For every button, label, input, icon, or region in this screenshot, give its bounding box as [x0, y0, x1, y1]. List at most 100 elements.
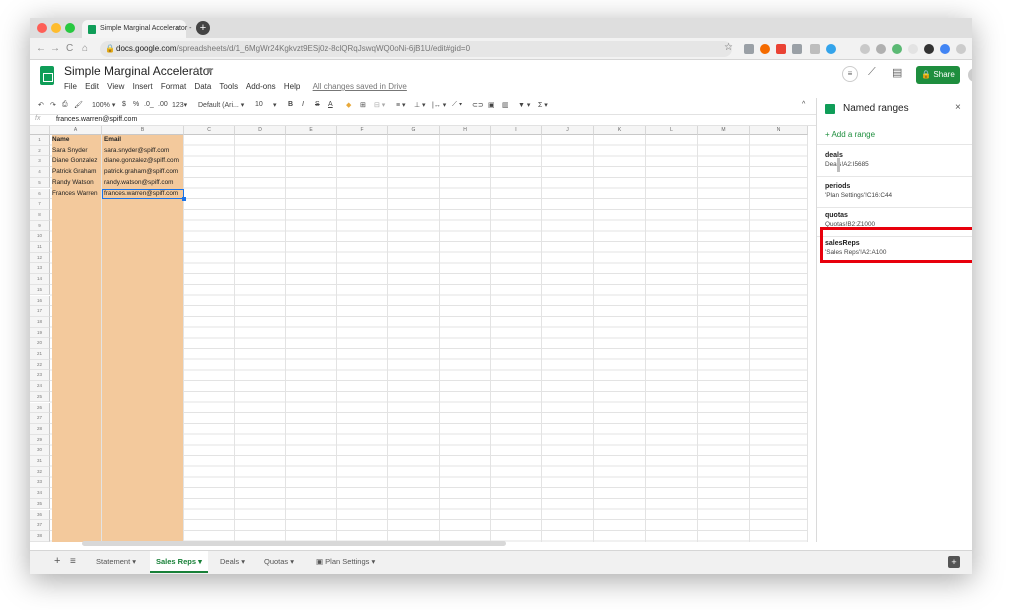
zoom-select[interactable]: 100% ▾	[92, 101, 115, 109]
menu-data[interactable]: Data	[194, 82, 211, 91]
extension-icon[interactable]	[744, 44, 754, 54]
fill-color-icon[interactable]: ◆	[346, 101, 351, 109]
select-all-corner[interactable]	[30, 126, 50, 135]
row-header[interactable]: 32	[30, 466, 50, 478]
profile-icon[interactable]	[956, 44, 966, 54]
extension-icon[interactable]	[924, 44, 934, 54]
row-header[interactable]: 15	[30, 284, 50, 296]
row-header[interactable]: 26	[30, 402, 50, 414]
row-header[interactable]: 24	[30, 381, 50, 392]
column-header[interactable]: A	[50, 126, 102, 135]
formula-input[interactable]: frances.warren@spiff.com	[56, 116, 137, 123]
column-header[interactable]: K	[594, 126, 646, 135]
column-header[interactable]: I	[491, 126, 542, 135]
add-range-button[interactable]: + Add a range	[825, 130, 875, 139]
row-header[interactable]: 3	[30, 156, 50, 168]
cell[interactable]: Patrick Graham	[50, 167, 102, 178]
row-header[interactable]: 2	[30, 145, 50, 157]
row-header[interactable]: 7	[30, 199, 50, 210]
column-header[interactable]: J	[542, 126, 594, 135]
row-header[interactable]: 10	[30, 231, 50, 242]
collapse-toolbar-icon[interactable]: ^	[802, 101, 805, 108]
active-cell-selection[interactable]	[102, 188, 186, 201]
save-status[interactable]: All changes saved in Drive	[313, 82, 407, 91]
cell[interactable]: Diane Gonzalez	[50, 156, 102, 167]
row-header[interactable]: 18	[30, 316, 50, 328]
row-header[interactable]: 30	[30, 445, 50, 456]
cell[interactable]: Name	[50, 135, 102, 146]
column-header[interactable]: G	[388, 126, 440, 135]
menu-addons[interactable]: Add-ons	[246, 82, 276, 91]
row-header[interactable]: 13	[30, 263, 50, 275]
row-header[interactable]: 25	[30, 391, 50, 403]
all-sheets-button[interactable]: ≡	[70, 556, 76, 567]
redo-icon[interactable]: ↷	[50, 101, 56, 109]
paint-format-icon[interactable]: 🖌	[74, 101, 83, 109]
column-header[interactable]: F	[337, 126, 388, 135]
named-range-item[interactable]: periods 'Plan Settings'!C16:C44	[817, 179, 972, 205]
row-header[interactable]: 27	[30, 413, 50, 424]
row-header[interactable]: 6	[30, 188, 50, 200]
currency-button[interactable]: $	[122, 101, 126, 108]
column-header[interactable]: H	[440, 126, 491, 135]
menu-edit[interactable]: Edit	[85, 82, 99, 91]
decrease-decimal-button[interactable]: .0_	[144, 101, 154, 108]
horizontal-align-icon[interactable]: ≡ ▾	[396, 101, 406, 109]
row-header[interactable]: 5	[30, 177, 50, 189]
merge-cells-icon[interactable]: ⊟ ▾	[374, 101, 385, 109]
home-icon[interactable]: ⌂	[82, 43, 88, 54]
cell[interactable]: sara.snyder@spiff.com	[102, 146, 184, 157]
cell[interactable]: randy.watson@spiff.com	[102, 178, 184, 189]
row-header[interactable]: 28	[30, 423, 50, 435]
cell[interactable]: Sara Snyder	[50, 146, 102, 157]
menu-insert[interactable]: Insert	[133, 82, 153, 91]
row-header[interactable]: 22	[30, 359, 50, 371]
row-header[interactable]: 20	[30, 338, 50, 349]
strikethrough-button[interactable]: S	[315, 101, 320, 108]
tab-close-icon[interactable]: ×	[175, 24, 180, 33]
sheet-tab-plan-settings[interactable]: ▣ Plan Settings ▾	[316, 551, 375, 573]
forward-icon[interactable]: →	[50, 43, 60, 54]
sheet-tab-sales-reps[interactable]: Sales Reps ▾	[150, 551, 208, 573]
browser-tab[interactable]: Simple Marginal Accelerator - ×	[82, 20, 191, 38]
sheet-tab-statement[interactable]: Statement ▾	[96, 551, 136, 573]
sheet-tab-deals[interactable]: Deals ▾	[220, 551, 245, 573]
undo-icon[interactable]: ↶	[38, 101, 44, 109]
row-header[interactable]: 37	[30, 520, 50, 531]
text-wrap-icon[interactable]: |↔ ▾	[432, 101, 446, 109]
row-header[interactable]: 29	[30, 434, 50, 446]
row-header[interactable]: 33	[30, 477, 50, 489]
document-title[interactable]: Simple Marginal Accelerator	[64, 64, 213, 78]
row-header[interactable]: 21	[30, 349, 50, 360]
percent-button[interactable]: %	[133, 101, 139, 108]
cell[interactable]: Frances Warren	[50, 189, 102, 200]
extension-icon[interactable]	[892, 44, 902, 54]
sheet-tab-quotas[interactable]: Quotas ▾	[264, 551, 294, 573]
font-size-dropdown-icon[interactable]: ▾	[273, 101, 277, 109]
cell[interactable]: Randy Watson	[50, 178, 102, 189]
menu-file[interactable]: File	[64, 82, 77, 91]
column-header[interactable]: E	[286, 126, 337, 135]
bold-button[interactable]: B	[288, 101, 293, 108]
extension-icon[interactable]	[792, 44, 802, 54]
font-size-field[interactable]: 10	[255, 101, 263, 108]
column-header[interactable]: M	[698, 126, 750, 135]
extension-icon[interactable]	[810, 44, 820, 54]
row-header[interactable]: 31	[30, 456, 50, 467]
row-header[interactable]: 11	[30, 242, 50, 253]
text-color-button[interactable]: A	[328, 101, 333, 108]
font-select[interactable]: Default (Ari... ▾	[198, 101, 244, 109]
bookmark-star-icon[interactable]: ☆	[724, 42, 733, 53]
vertical-align-icon[interactable]: ⊥ ▾	[414, 101, 426, 109]
menu-view[interactable]: View	[107, 82, 124, 91]
filter-icon[interactable]: ▼ ▾	[518, 101, 530, 109]
row-header[interactable]: 34	[30, 488, 50, 499]
cell[interactable]: patrick.graham@spiff.com	[102, 167, 184, 178]
extension-icon[interactable]	[908, 44, 918, 54]
row-header[interactable]: 14	[30, 274, 50, 285]
horizontal-scrollbar[interactable]	[82, 541, 506, 546]
more-formats-select[interactable]: 123▾	[172, 101, 187, 109]
row-header[interactable]: 4	[30, 167, 50, 178]
spreadsheet-grid[interactable]: A B C D E F G H I J K L M N 1 2 3 4 5 6 7 8 9 10 11 12 13 14 15 16 17 1…	[30, 126, 808, 542]
row-header[interactable]: 9	[30, 220, 50, 232]
